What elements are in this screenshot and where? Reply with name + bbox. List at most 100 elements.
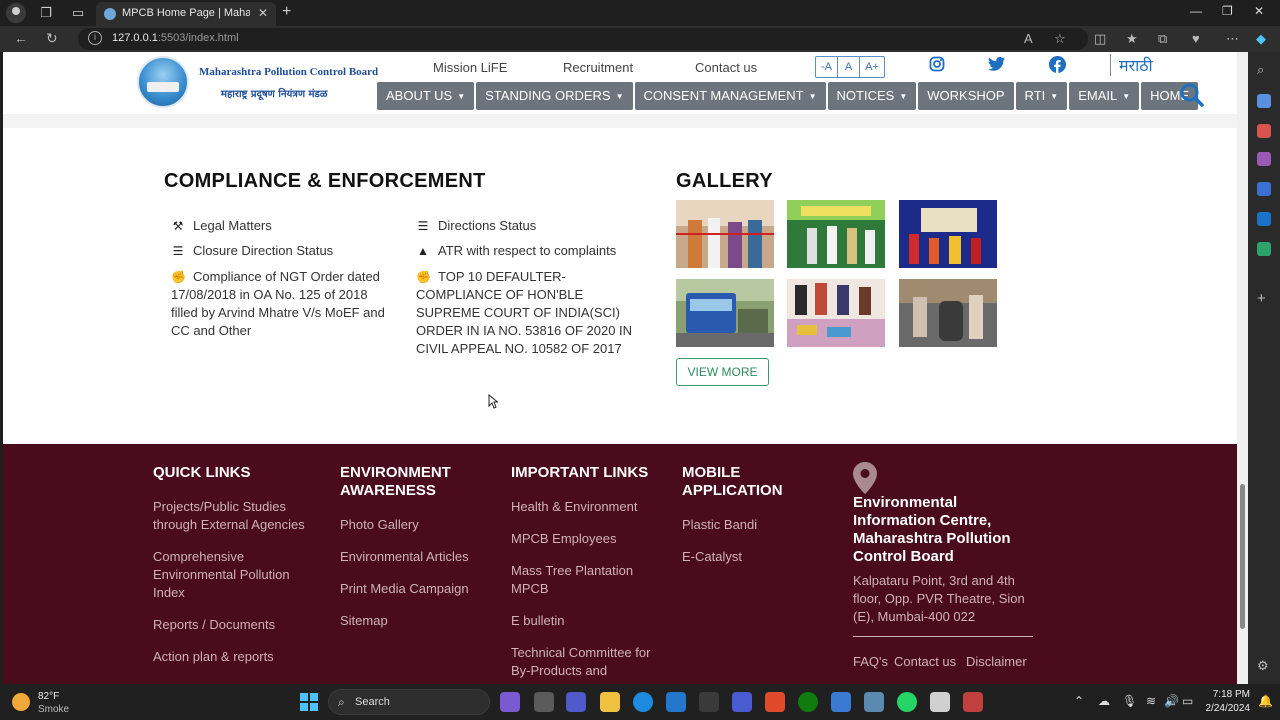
footer-link[interactable]: Sitemap bbox=[340, 612, 500, 630]
app-icon[interactable] bbox=[732, 692, 752, 712]
whatsapp-icon[interactable] bbox=[897, 692, 917, 712]
volume-icon[interactable]: 🔊 bbox=[1164, 694, 1179, 708]
file-explorer-icon[interactable] bbox=[600, 692, 620, 712]
favorites-icon[interactable]: ★ bbox=[1126, 31, 1138, 47]
gallery-image[interactable] bbox=[899, 200, 997, 268]
gallery-image[interactable] bbox=[787, 200, 885, 268]
sidebar-outlook-icon[interactable] bbox=[1257, 212, 1271, 226]
nav-email[interactable]: EMAIL ▼ bbox=[1069, 82, 1140, 110]
compliance-item[interactable]: ⚒ Legal Matters bbox=[171, 217, 391, 235]
page-scrollbar[interactable] bbox=[1237, 52, 1248, 684]
marathi-language-link[interactable]: मराठी bbox=[1110, 54, 1153, 76]
scrollbar-thumb[interactable] bbox=[1240, 484, 1245, 629]
font-decrease-button[interactable]: -A bbox=[816, 57, 838, 77]
nav-rti[interactable]: RTI ▼ bbox=[1015, 82, 1068, 110]
nav-workshop[interactable]: WORKSHOP bbox=[918, 82, 1014, 110]
url-field[interactable]: i 127.0.0.1:5503/index.html bbox=[78, 28, 1088, 50]
new-tab-icon[interactable]: + bbox=[282, 3, 291, 21]
nav-standing-orders[interactable]: STANDING ORDERS ▼ bbox=[476, 82, 633, 110]
refresh-icon[interactable]: ↻ bbox=[46, 30, 58, 47]
wifi-icon[interactable]: ≋ bbox=[1146, 694, 1156, 708]
favorite-star-icon[interactable]: ☆ bbox=[1054, 31, 1066, 47]
sidebar-copilot-icon[interactable] bbox=[1257, 182, 1271, 196]
sidebar-search-icon[interactable]: ⌕ bbox=[1257, 62, 1271, 77]
collections-icon[interactable]: ⧉ bbox=[1158, 31, 1167, 47]
font-increase-button[interactable]: A+ bbox=[860, 57, 884, 77]
taskbar-search[interactable]: ⌕ Search bbox=[328, 689, 490, 715]
snipping-tool-icon[interactable] bbox=[963, 692, 983, 712]
tray-overflow-icon[interactable]: ⌃ bbox=[1074, 694, 1084, 708]
gallery-image[interactable] bbox=[676, 200, 774, 268]
compliance-item[interactable]: ✊ TOP 10 DEFAULTER-COMPLIANCE OF HON'BLE … bbox=[416, 268, 648, 358]
footer-link[interactable]: Photo Gallery bbox=[340, 516, 500, 534]
footer-link[interactable]: Action plan & reports bbox=[153, 648, 313, 666]
twitter-icon[interactable] bbox=[988, 56, 1006, 76]
minimize-icon[interactable]: — bbox=[1190, 4, 1202, 18]
restore-icon[interactable]: ❐ bbox=[1222, 4, 1233, 18]
copilot-app-icon[interactable] bbox=[500, 692, 520, 712]
footer-link[interactable]: E bulletin bbox=[511, 612, 671, 630]
search-icon[interactable] bbox=[1179, 82, 1205, 108]
copilot-icon[interactable]: ◆ bbox=[1256, 31, 1266, 47]
compliance-item[interactable]: ☰ Directions Status bbox=[416, 217, 646, 235]
xbox-icon[interactable] bbox=[798, 692, 818, 712]
task-view-icon[interactable] bbox=[534, 692, 554, 712]
footer-link[interactable]: Comprehensive Environmental Pollution In… bbox=[153, 548, 313, 602]
gallery-image[interactable] bbox=[676, 279, 774, 347]
brave-icon[interactable] bbox=[765, 692, 785, 712]
vscode-icon[interactable] bbox=[666, 692, 686, 712]
onedrive-icon[interactable]: ☁ bbox=[1098, 694, 1110, 708]
sidebar-tools-icon[interactable] bbox=[1257, 124, 1271, 138]
taskbar-clock[interactable]: 7:18 PM 2/24/2024 bbox=[1200, 688, 1251, 716]
footer-link[interactable]: Print Media Campaign bbox=[340, 580, 500, 598]
mission-life-link[interactable]: Mission LiFE bbox=[433, 60, 507, 75]
split-screen-icon[interactable]: ◫ bbox=[1094, 31, 1106, 47]
font-normal-button[interactable]: A bbox=[838, 57, 860, 77]
sidebar-app-icon[interactable] bbox=[1257, 94, 1271, 108]
gallery-image[interactable] bbox=[787, 279, 885, 347]
footer-contact-link[interactable]: Contact us bbox=[894, 654, 956, 669]
footer-link[interactable]: Health & Environment bbox=[511, 498, 671, 516]
footer-link[interactable]: E-Catalyst bbox=[682, 548, 822, 566]
sidebar-add-icon[interactable]: + bbox=[1257, 290, 1271, 307]
notifications-icon[interactable]: 🔔 bbox=[1258, 694, 1273, 708]
footer-link[interactable]: MPCB Employees bbox=[511, 530, 671, 548]
footer-link[interactable]: Plastic Bandi bbox=[682, 516, 822, 534]
more-menu-icon[interactable]: ⋯ bbox=[1226, 31, 1239, 47]
compliance-item[interactable]: ☰ Closure Direction Status bbox=[171, 242, 401, 260]
gallery-image[interactable] bbox=[899, 279, 997, 347]
contact-us-link[interactable]: Contact us bbox=[695, 60, 757, 75]
compliance-item[interactable]: ✊ Compliance of NGT Order dated 17/08/201… bbox=[171, 268, 393, 340]
nav-notices[interactable]: NOTICES ▼ bbox=[827, 82, 917, 110]
edge-icon[interactable] bbox=[633, 692, 653, 712]
footer-link[interactable]: Mass Tree Plantation MPCB bbox=[511, 562, 651, 598]
back-icon[interactable]: ← bbox=[14, 30, 28, 46]
site-info-icon[interactable]: i bbox=[88, 31, 102, 45]
store-icon[interactable] bbox=[831, 692, 851, 712]
tab-close-icon[interactable]: ✕ bbox=[258, 6, 268, 20]
sidebar-drop-icon[interactable] bbox=[1257, 242, 1271, 256]
compliance-item[interactable]: ▲ ATR with respect to complaints bbox=[416, 242, 656, 260]
instagram-icon[interactable] bbox=[929, 56, 945, 76]
start-button[interactable] bbox=[300, 693, 318, 711]
mpcb-logo[interactable] bbox=[137, 56, 189, 108]
recruitment-link[interactable]: Recruitment bbox=[563, 60, 633, 75]
sidebar-settings-icon[interactable]: ⚙ bbox=[1257, 658, 1271, 673]
battery-icon[interactable]: ▭ bbox=[1182, 694, 1193, 708]
nav-about-us[interactable]: ABOUT US ▼ bbox=[377, 82, 475, 110]
footer-link[interactable]: Technical Committee for By-Products and bbox=[511, 644, 671, 680]
photos-icon[interactable] bbox=[864, 692, 884, 712]
nav-consent-management[interactable]: CONSENT MANAGEMENT ▼ bbox=[634, 82, 826, 110]
disclaimer-link[interactable]: Disclaimer bbox=[966, 654, 1027, 669]
notepad-icon[interactable] bbox=[930, 692, 950, 712]
window-close-icon[interactable]: ✕ bbox=[1254, 4, 1264, 18]
teams-icon[interactable] bbox=[566, 692, 586, 712]
microphone-icon[interactable]: 🎙 bbox=[1122, 694, 1137, 708]
extensions-icon[interactable]: ♥ bbox=[1192, 31, 1200, 46]
profile-avatar[interactable] bbox=[6, 3, 26, 23]
view-more-button[interactable]: VIEW MORE bbox=[676, 358, 769, 386]
faqs-link[interactable]: FAQ's bbox=[853, 654, 888, 669]
app-icon[interactable] bbox=[699, 692, 719, 712]
footer-link[interactable]: Environmental Articles bbox=[340, 548, 500, 566]
workspaces-icon[interactable]: ❐ bbox=[38, 5, 54, 21]
